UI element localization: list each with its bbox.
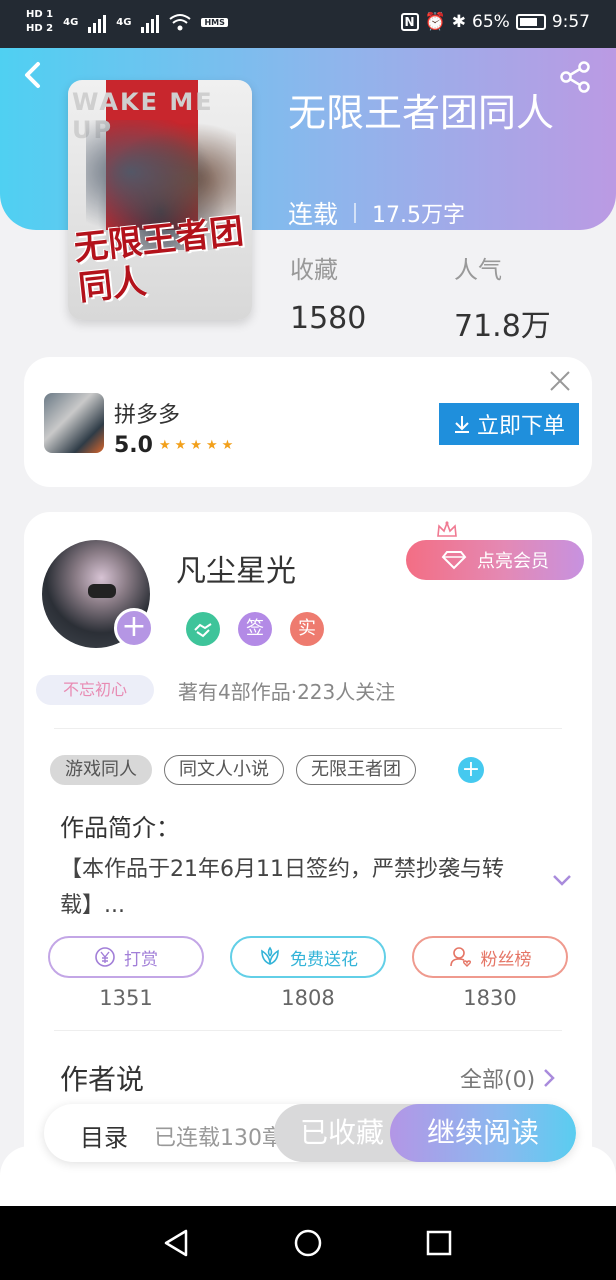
wifi-icon: [169, 14, 192, 31]
bottom-action-bar: 目录 已连载130章 已收藏 继续阅读: [44, 1104, 576, 1162]
stat-value: 71.8万: [454, 309, 551, 344]
reward-button[interactable]: 打赏: [48, 936, 204, 978]
book-title: 无限王者团同人: [288, 91, 555, 135]
ad-rating: 5.0 ★★★★★: [114, 433, 237, 458]
intro-label: 作品简介：: [60, 814, 180, 842]
clock: 9:57: [551, 12, 590, 32]
vip-label: 点亮会员: [477, 551, 549, 572]
stat-label: 收藏: [290, 256, 338, 284]
ad-app-name: 拼多多: [114, 403, 181, 428]
book-status: 连载: [288, 200, 339, 229]
ad-stars-icon: ★★★★★: [158, 438, 238, 453]
book-word-count: 17.5万字: [372, 203, 466, 228]
author-say-title: 作者说: [60, 1063, 145, 1096]
chevron-down-icon[interactable]: [550, 872, 574, 888]
signal-icon: [88, 11, 107, 33]
alarm-icon: ⏰: [424, 12, 446, 32]
hms-badge: HMS: [201, 17, 228, 27]
nav-back-button[interactable]: [162, 1228, 192, 1258]
author-works-info: 著有4部作品·223人关注: [178, 680, 396, 704]
handshake-icon: [194, 623, 212, 638]
ad-thumbnail: [44, 393, 104, 453]
ad-close-button[interactable]: [548, 369, 572, 393]
chapter-progress: 已连载130章: [154, 1126, 284, 1151]
divider: [54, 1030, 562, 1031]
book-cover[interactable]: WAKE ME UP 无限王者团同人: [68, 80, 252, 320]
diamond-icon: [441, 551, 467, 570]
hd2-label: HD 2: [26, 23, 54, 34]
status-right: N ⏰ ✱ 65% 9:57: [400, 12, 590, 32]
hd-indicator: HD 1 HD 2: [26, 8, 53, 36]
free-flower-button[interactable]: 免费送花: [230, 936, 386, 978]
add-tag-button[interactable]: +: [458, 757, 484, 783]
flower-action: 免费送花 1808: [230, 936, 386, 1010]
network-type-2: 4G: [116, 16, 132, 28]
chevron-left-icon: [25, 62, 40, 88]
bluetooth-icon: ✱: [451, 12, 467, 32]
flower-icon: [261, 946, 279, 965]
flower-count: 1808: [281, 986, 335, 1010]
fans-label: 粉丝榜: [480, 949, 532, 970]
fans-count: 1830: [463, 986, 517, 1010]
signed-badge[interactable]: 签: [238, 612, 272, 646]
reward-action: 打赏 1351: [48, 936, 204, 1010]
fans-rank-button[interactable]: 粉丝榜: [412, 936, 568, 978]
all-label: 全部(0): [460, 1068, 536, 1093]
download-icon: [454, 416, 469, 433]
intro-text[interactable]: 【本作品于21年6月11日签约，严禁抄袭与转载】...: [60, 852, 530, 924]
cover-title: 无限王者团同人: [72, 211, 246, 309]
tag-item[interactable]: 同文人小说: [164, 755, 284, 785]
author-say-all-link[interactable]: 全部(0): [460, 1062, 555, 1094]
nav-recents-button[interactable]: [424, 1228, 454, 1258]
nfc-icon: N: [400, 13, 419, 31]
stat-label: 人气: [454, 256, 502, 284]
stat-value: 1580: [290, 301, 367, 336]
fan-user-icon: [449, 947, 471, 967]
system-nav-bar: [0, 1206, 616, 1280]
continue-reading-button[interactable]: 继续阅读: [390, 1104, 576, 1162]
ad-card[interactable]: 拼多多 5.0 ★★★★★ 立即下单: [24, 357, 592, 487]
ad-rating-value: 5.0: [114, 433, 153, 458]
flower-label: 免费送花: [290, 949, 358, 970]
status-left: HD 1 HD 2 4G 4G HMS: [26, 8, 228, 36]
network-type-1: 4G: [63, 16, 79, 28]
reward-label: 打赏: [124, 949, 158, 970]
crown-icon: [437, 520, 457, 537]
back-button[interactable]: [20, 60, 50, 94]
hd1-label: HD 1: [26, 9, 54, 20]
author-name[interactable]: 凡尘星光: [176, 546, 296, 590]
tag-item[interactable]: 游戏同人: [50, 755, 152, 785]
battery-percent: 65%: [472, 12, 510, 32]
divider: [54, 728, 562, 729]
avatar-mask: [88, 584, 116, 598]
level-badge-icon[interactable]: [186, 612, 220, 646]
follow-author-button[interactable]: +: [114, 608, 154, 648]
author-badges: 签 实: [186, 612, 324, 646]
tag-list: 游戏同人 同文人小说 无限王者团 +: [50, 755, 484, 785]
verified-badge[interactable]: 实: [290, 612, 324, 646]
signal-icon-2: [141, 11, 160, 33]
stat-popularity: 人气 71.8万: [454, 250, 551, 345]
triangle-back-icon: [164, 1229, 188, 1257]
author-motto: 不忘初心: [36, 675, 154, 705]
meta-divider: [354, 203, 357, 223]
action-row: 打赏 1351 免费送花 1808 粉丝榜 1830: [48, 936, 568, 1010]
ad-order-button[interactable]: 立即下单: [439, 403, 579, 445]
book-meta: 连载 17.5万字: [288, 195, 465, 231]
close-icon: [550, 371, 570, 391]
chevron-right-icon: [544, 1069, 555, 1087]
status-bar: HD 1 HD 2 4G 4G HMS N ⏰ ✱ 65% 9:57: [0, 0, 616, 48]
square-recents-icon: [426, 1230, 452, 1256]
toc-button[interactable]: 目录: [80, 1118, 128, 1153]
tag-item[interactable]: 无限王者团: [296, 755, 416, 785]
vip-button[interactable]: 点亮会员: [406, 540, 584, 580]
nav-home-button[interactable]: [293, 1228, 323, 1258]
battery-icon: [515, 14, 546, 30]
fans-action: 粉丝榜 1830: [412, 936, 568, 1010]
ad-order-label: 立即下单: [476, 414, 565, 439]
circle-home-icon: [294, 1229, 322, 1257]
yen-icon: [95, 947, 115, 967]
reward-count: 1351: [99, 986, 153, 1010]
stat-favorites: 收藏 1580: [290, 250, 366, 336]
